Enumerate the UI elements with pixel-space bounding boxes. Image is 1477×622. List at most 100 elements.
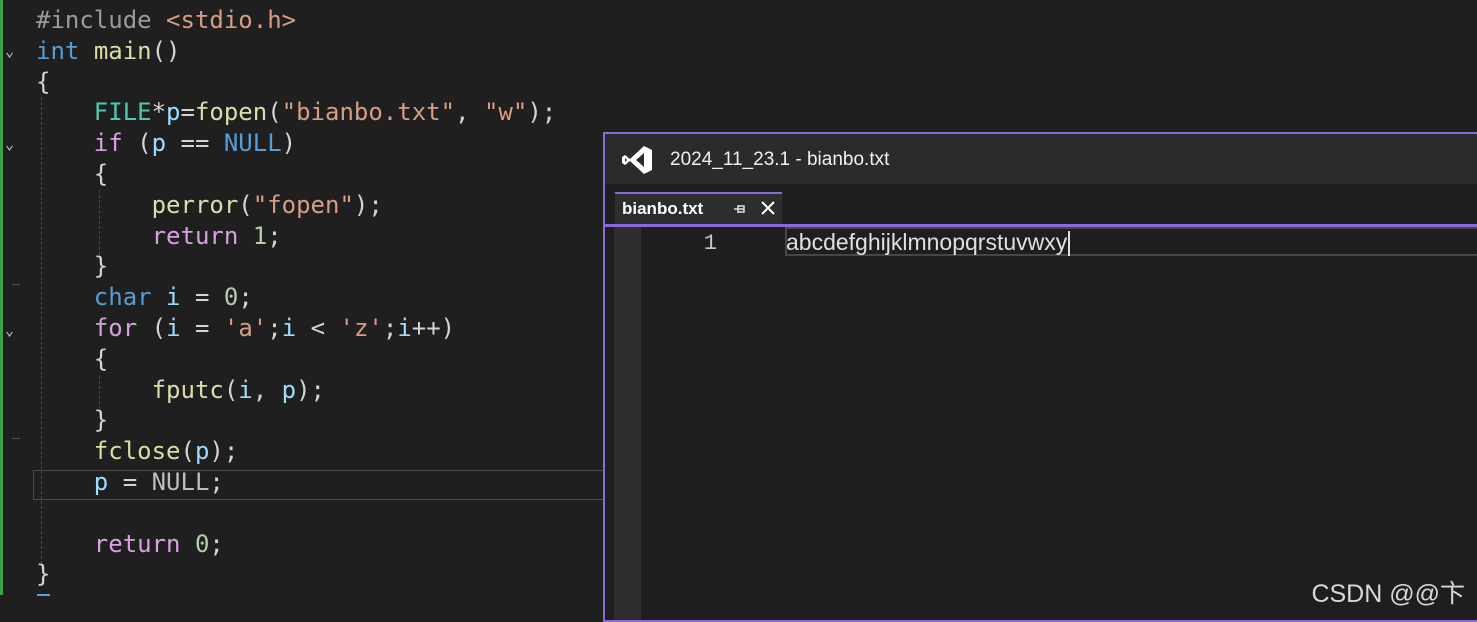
code-line[interactable]: int main(): [36, 36, 181, 67]
code-token: "bianbo.txt": [281, 98, 456, 126]
code-token: ==: [166, 129, 224, 157]
fold-chevron-icon[interactable]: ⌄: [5, 43, 21, 59]
code-token: );: [527, 98, 557, 126]
text-caret: [1068, 231, 1071, 257]
code-token: fclose: [93, 437, 181, 465]
code-token: fopen: [194, 98, 268, 126]
code-token: if: [93, 129, 123, 157]
code-token: "fopen": [252, 191, 354, 219]
code-line[interactable]: fclose(p);: [36, 436, 239, 467]
code-token: i: [166, 283, 181, 311]
code-token: ;: [382, 314, 398, 342]
tab-label: bianbo.txt: [622, 199, 704, 218]
code-line[interactable]: perror("fopen");: [36, 190, 383, 221]
code-token: 'z': [339, 314, 383, 342]
fold-chevron-icon[interactable]: ⌄: [5, 136, 21, 152]
code-token: FILE: [93, 98, 152, 126]
code-line[interactable]: }: [36, 251, 108, 282]
code-token: main: [93, 37, 152, 65]
watermark: CSDN @@卞: [1311, 580, 1465, 608]
code-line[interactable]: }: [36, 559, 50, 590]
code-line[interactable]: p = NULL;: [36, 467, 224, 498]
tab-bianbo-txt[interactable]: bianbo.txt: [615, 192, 782, 224]
code-token: );: [353, 191, 383, 219]
code-token: for: [93, 314, 138, 342]
code-token: p: [281, 376, 297, 404]
code-token: NULL: [151, 468, 210, 496]
code-token: i: [281, 314, 297, 342]
code-token: (: [267, 98, 282, 126]
code-token: fputc: [151, 376, 224, 404]
code-token: ,: [252, 376, 282, 404]
code-token: =: [180, 98, 195, 126]
change-indicator-bar: [0, 0, 3, 595]
code-token: {: [36, 345, 109, 373]
tab-strip: bianbo.txt: [605, 184, 1477, 227]
code-token: ;: [238, 283, 253, 311]
code-line[interactable]: for (i = 'a';i < 'z';i++): [36, 313, 455, 344]
close-icon[interactable]: [759, 199, 777, 217]
code-token: ;: [209, 530, 224, 558]
code-token: =: [180, 314, 224, 342]
window-title: 2024_11_23.1 - bianbo.txt: [670, 149, 890, 170]
code-token: ++): [411, 314, 456, 342]
code-token: 'a': [223, 314, 268, 342]
code-token: p: [93, 468, 109, 496]
code-token: ;: [209, 468, 224, 496]
code-token: return: [93, 530, 181, 558]
code-token: i: [397, 314, 412, 342]
code-line[interactable]: #include <stdio.h>: [36, 5, 296, 36]
code-line[interactable]: {: [36, 67, 50, 98]
code-line[interactable]: if (p == NULL): [36, 128, 296, 159]
visual-studio-icon: [622, 146, 652, 174]
code-token: "w": [483, 98, 528, 126]
code-token: 0: [223, 283, 239, 311]
code-line[interactable]: {: [36, 159, 108, 190]
code-line[interactable]: FILE*p=fopen("bianbo.txt", "w");: [36, 97, 556, 128]
code-token: return: [151, 222, 239, 250]
line-number: 1: [703, 231, 717, 256]
code-line[interactable]: {: [36, 344, 108, 375]
code-token: (: [122, 129, 152, 157]
code-token: =: [180, 283, 224, 311]
pin-icon[interactable]: [733, 202, 747, 216]
code-token: p: [166, 98, 181, 126]
editor-margin: [614, 227, 641, 620]
code-token: *: [151, 98, 167, 126]
fold-chevron-icon[interactable]: ⌄: [5, 322, 21, 338]
code-line[interactable]: fputc(i, p);: [36, 375, 325, 406]
code-token: }: [36, 560, 51, 588]
code-line[interactable]: char i = 0;: [36, 282, 253, 313]
file-content-line[interactable]: abcdefghijklmnopqrstuvwxy: [786, 228, 1071, 257]
window-title-bar[interactable]: 2024_11_23.1 - bianbo.txt: [605, 134, 1477, 184]
fold-end-marker: [12, 438, 20, 439]
code-token: <: [296, 314, 340, 342]
code-token: #include: [36, 6, 167, 34]
file-preview-window[interactable]: 2024_11_23.1 - bianbo.txt bianbo.txt 1 a…: [603, 132, 1477, 622]
code-token: (): [151, 37, 181, 65]
code-token: =: [108, 468, 152, 496]
code-line[interactable]: }: [36, 405, 108, 436]
file-content-text: abcdefghijklmnopqrstuvwxy: [786, 229, 1068, 255]
code-token: (: [137, 314, 167, 342]
code-token: (: [223, 376, 239, 404]
code-token: ;: [267, 314, 282, 342]
fold-end-marker: [12, 284, 20, 285]
code-line[interactable]: return 0;: [36, 529, 224, 560]
code-token: int: [36, 37, 80, 65]
code-line[interactable]: return 1;: [36, 221, 282, 252]
